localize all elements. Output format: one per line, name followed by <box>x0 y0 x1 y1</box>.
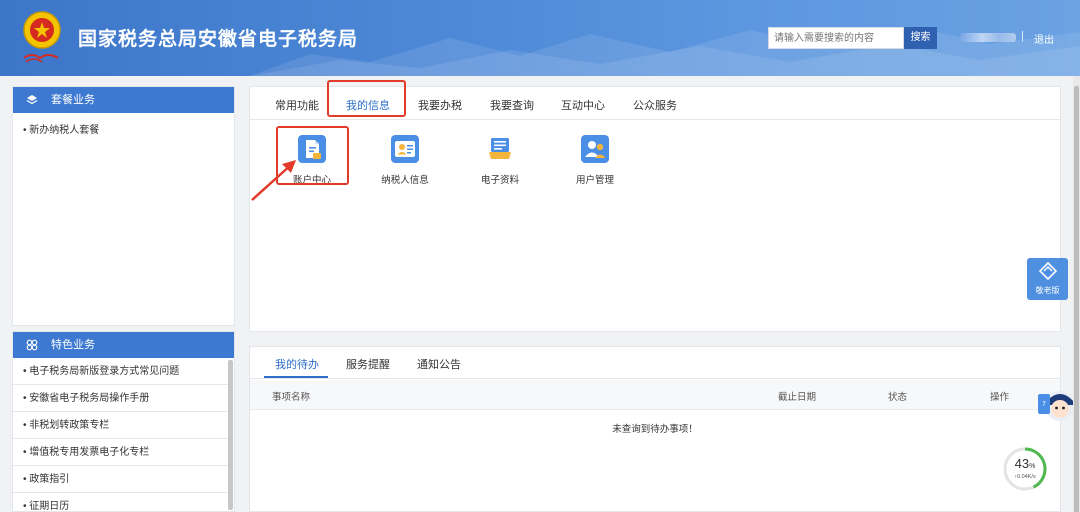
page-scrollbar-thumb[interactable] <box>1074 86 1079 512</box>
mountain-background <box>250 26 1080 76</box>
special-item[interactable]: • 安徽省电子税务局操作手册 <box>13 385 229 412</box>
package-business-header: 套餐业务 <box>13 87 234 113</box>
layers-icon <box>26 95 38 105</box>
special-business-list: • 电子税务局新版登录方式常见问题 • 安徽省电子税务局操作手册 • 非税划转政… <box>13 358 229 512</box>
tab-service-reminder[interactable]: 服务提醒 <box>346 356 390 372</box>
package-business-panel: 套餐业务 • 新办纳税人套餐 <box>12 86 235 326</box>
app-label: 纳税人信息 <box>381 175 429 186</box>
electronic-docs-icon <box>489 138 511 159</box>
special-item[interactable]: • 增值税专用发票电子化专栏 <box>13 439 229 466</box>
todo-table-header: 事项名称 截止日期 状态 操作 <box>250 380 1060 410</box>
column-item-name: 事项名称 <box>272 392 311 403</box>
elder-mode-label: 敬老版 <box>1035 286 1060 295</box>
column-deadline: 截止日期 <box>778 392 817 403</box>
column-action: 操作 <box>990 392 1010 403</box>
elder-mode-button[interactable]: 敬老版 <box>1027 258 1068 300</box>
speed-percent: 43% <box>1014 456 1036 471</box>
speed-rate: ↑0.04K/s <box>1014 474 1036 480</box>
app-label: 用户管理 <box>575 175 614 186</box>
taxpayer-info-icon <box>391 135 419 163</box>
tab-interaction-center[interactable]: 互动中心 <box>561 97 605 113</box>
special-item[interactable]: • 政策指引 <box>13 466 229 493</box>
tab-common-functions[interactable]: 常用功能 <box>275 97 319 113</box>
tab-notices[interactable]: 通知公告 <box>417 356 461 372</box>
site-header: 国家税务总局安徽省电子税务局 搜索 | 退出 <box>0 0 1080 76</box>
tab-public-service[interactable]: 公众服务 <box>633 97 677 113</box>
user-management-icon <box>581 135 609 163</box>
header-separator: | <box>1021 30 1024 42</box>
app-label: 电子资料 <box>480 175 519 186</box>
package-business-title: 套餐业务 <box>51 94 95 106</box>
svg-text:?: ? <box>1042 400 1046 408</box>
network-speed-widget: 43% ↑0.04K/s <box>1002 446 1048 492</box>
special-business-panel: 特色业务 • 电子税务局新版登录方式常见问题 • 安徽省电子税务局操作手册 • … <box>12 331 235 512</box>
special-services-icon <box>26 339 38 351</box>
tax-emblem-logo <box>23 11 61 63</box>
special-item[interactable]: • 征期日历 <box>13 493 229 512</box>
special-business-title: 特色业务 <box>51 339 95 351</box>
search-button[interactable]: 搜索 <box>904 27 937 49</box>
assistant-robot-icon[interactable]: ? <box>1036 384 1076 424</box>
active-tab-underline <box>264 376 328 378</box>
special-item[interactable]: • 电子税务局新版登录方式常见问题 <box>13 358 229 385</box>
todo-empty-message: 未查询到待办事项！ <box>612 424 698 435</box>
package-item-new-taxpayer[interactable]: • 新办纳税人套餐 <box>13 113 234 136</box>
todo-tabs: 我的待办 服务提醒 通知公告 <box>250 347 1060 379</box>
function-panel: 常用功能 我的信息 我要办税 我要查询 互动中心 公众服务 账户中心 纳税人信息 <box>249 80 1061 332</box>
app-user-management[interactable]: 用户管理 <box>555 135 635 186</box>
elder-mode-icon <box>1038 261 1057 281</box>
tab-tax-handling[interactable]: 我要办税 <box>418 97 462 113</box>
special-item[interactable]: • 非税划转政策专栏 <box>13 412 229 439</box>
special-business-header: 特色业务 <box>13 332 234 358</box>
user-name-blurred <box>960 33 1016 42</box>
column-status: 状态 <box>888 392 908 403</box>
tab-my-todo[interactable]: 我的待办 <box>275 356 319 372</box>
search-input[interactable] <box>768 27 904 49</box>
app-electronic-docs[interactable]: 电子资料 <box>460 135 540 186</box>
special-list-scrollbar[interactable] <box>228 360 233 510</box>
tab-query[interactable]: 我要查询 <box>490 97 534 113</box>
annotation-arrow <box>251 160 296 201</box>
site-title: 国家税务总局安徽省电子税务局 <box>78 29 359 50</box>
todo-panel: 我的待办 服务提醒 通知公告 事项名称 截止日期 状态 操作 未查询到待办事项！ <box>249 346 1061 512</box>
logout-link[interactable]: 退出 <box>1034 31 1054 46</box>
app-taxpayer-info[interactable]: 纳税人信息 <box>365 135 445 186</box>
tab-highlight-box <box>327 80 406 117</box>
page-scrollbar[interactable] <box>1073 76 1080 512</box>
